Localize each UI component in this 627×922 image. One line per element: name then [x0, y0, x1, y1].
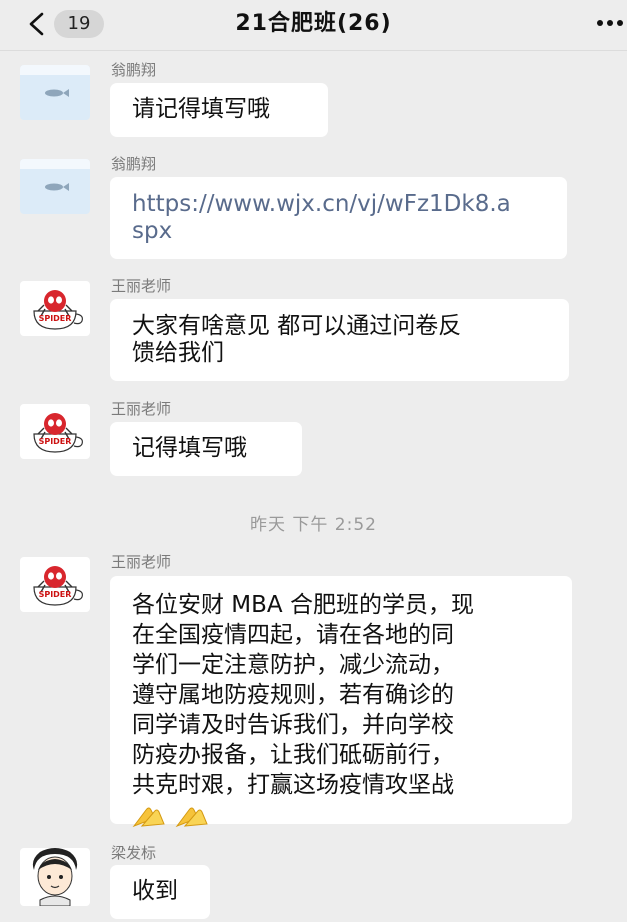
sender-name: 王丽老师	[111, 277, 172, 295]
sender-name: 王丽老师	[111, 400, 172, 418]
message-bubble[interactable]: 收到	[110, 865, 210, 919]
message-line: 在全国疫情四起，请在各地的同	[132, 622, 454, 648]
chat-title: 21合肥班(26)	[235, 11, 392, 36]
sender-name: 王丽老师	[111, 553, 172, 571]
fish-icon	[20, 159, 90, 191]
message-line: 共克时艰，打赢这场疫情攻坚战	[132, 772, 454, 798]
chat-header: 19 21合肥班(26)	[0, 0, 627, 51]
link-line[interactable]: https://www.wjx.cn/vj/wFz1Dk8.a	[132, 191, 545, 218]
message-bubble[interactable]: 请记得填写哦	[110, 83, 328, 137]
avatar[interactable]	[20, 159, 90, 214]
message-bubble[interactable]: 记得填写哦	[110, 422, 302, 476]
avatar[interactable]: SPIDER	[20, 404, 90, 459]
sender-name: 翁鹏翔	[111, 61, 157, 79]
message-text: 收到	[132, 878, 178, 904]
spider-cup-icon: SPIDER	[33, 566, 83, 606]
link-line[interactable]: spx	[132, 218, 545, 245]
avatar[interactable]	[20, 848, 90, 906]
svg-text:SPIDER: SPIDER	[39, 314, 72, 323]
message-line: 大家有啥意见 都可以通过问卷反	[132, 313, 462, 339]
message-bubble[interactable]: 各位安财 MBA 合肥班的学员，现 在全国疫情四起，请在各地的同 学们一定注意防…	[110, 576, 572, 828]
link-message-bubble[interactable]: https://www.wjx.cn/vj/wFz1Dk8.a spx	[110, 177, 567, 259]
message-line: 学们一定注意防护，减少流动，	[132, 652, 454, 678]
svg-text:SPIDER: SPIDER	[39, 590, 72, 599]
spider-cup-icon: SPIDER	[33, 413, 83, 453]
praying-hands-icon	[132, 807, 165, 828]
message-line: 馈给我们	[132, 340, 224, 366]
avatar[interactable]: SPIDER	[20, 281, 90, 336]
sender-name: 翁鹏翔	[111, 155, 157, 173]
svg-text:SPIDER: SPIDER	[39, 437, 72, 446]
praying-hands-icon	[175, 807, 209, 828]
message-bubble[interactable]: 大家有啥意见 都可以通过问卷反 馈给我们	[110, 299, 569, 381]
message-line: 各位安财 MBA 合肥班的学员，现	[132, 592, 474, 618]
sender-name: 梁发标	[111, 844, 157, 862]
message-line: 防疫办报备，让我们砥砺前行，	[132, 742, 454, 768]
spider-cup-icon: SPIDER	[33, 290, 83, 330]
cartoon-boy-icon	[32, 848, 78, 906]
chat-timestamp: 昨天 下午 2:52	[250, 515, 377, 535]
avatar[interactable]: SPIDER	[20, 557, 90, 612]
ellipsis-icon[interactable]	[595, 20, 627, 28]
avatar[interactable]	[20, 65, 90, 120]
message-text: 记得填写哦	[132, 435, 247, 461]
emoji-row	[132, 800, 550, 832]
message-text: 请记得填写哦	[132, 96, 270, 122]
message-line: 同学请及时告诉我们，并向学校	[132, 712, 454, 738]
fish-icon	[20, 65, 90, 97]
message-line: 遵守属地防疫规则，若有确诊的	[132, 682, 454, 708]
